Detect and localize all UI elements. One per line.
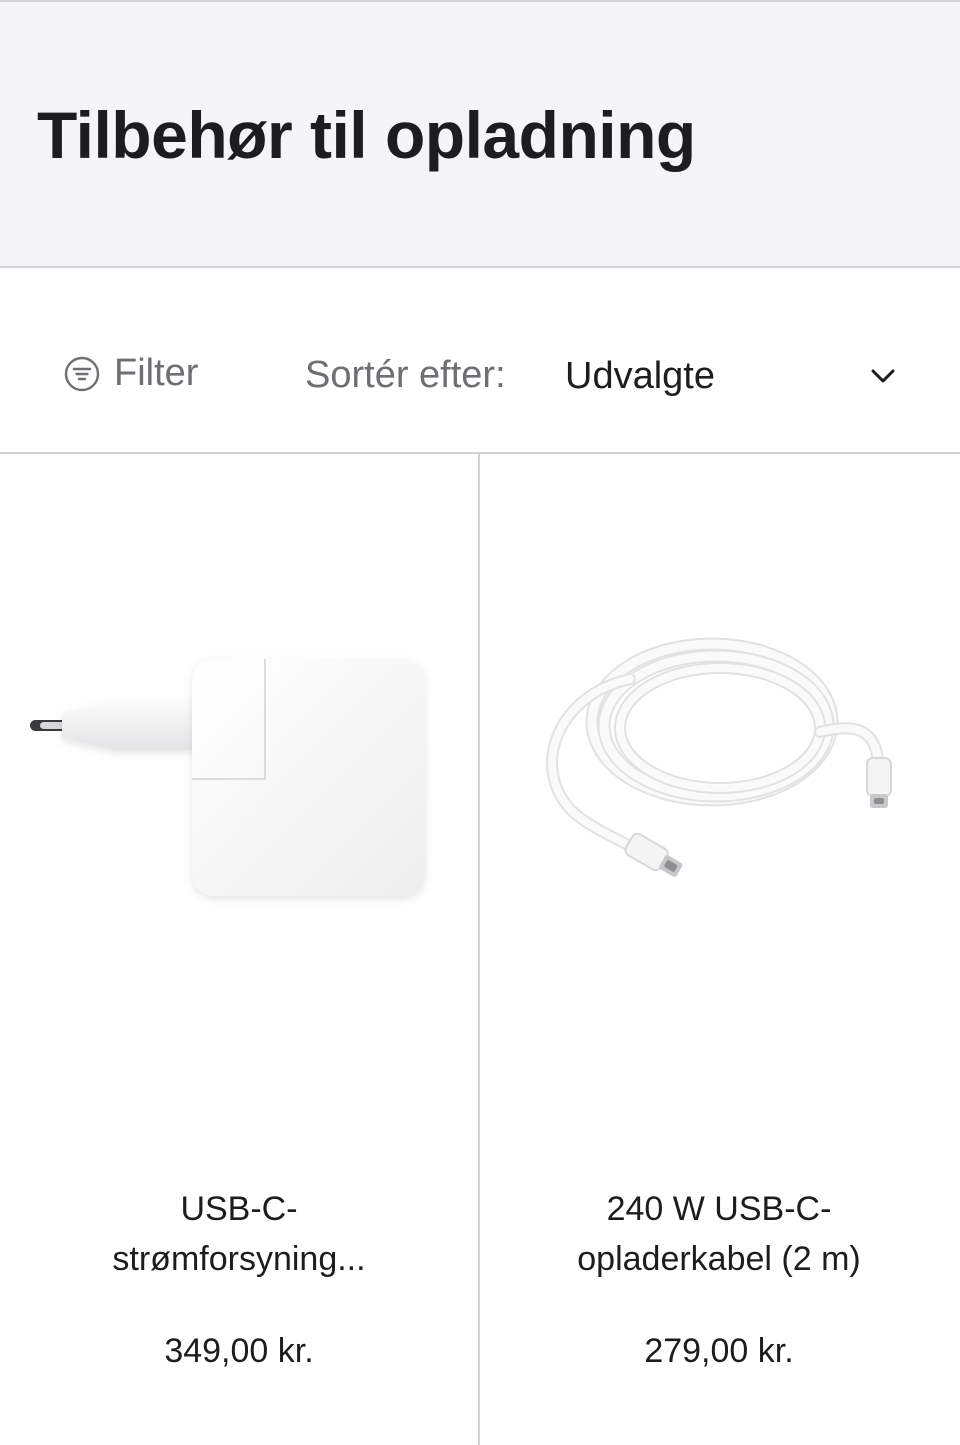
filter-button[interactable]: Filter: [64, 352, 198, 395]
product-name-line-1: USB-C-: [180, 1190, 298, 1228]
page-header: Tilbehør til opladning: [0, 0, 960, 268]
sort-label: Sortér efter:: [305, 354, 506, 396]
chevron-down-icon: [871, 369, 895, 383]
product-price: 349,00 kr.: [164, 1332, 314, 1370]
sort-dropdown[interactable]: Udvalgte: [560, 348, 900, 404]
product-grid: USB-C- strømforsyning... 349,00 kr. 240 …: [0, 454, 960, 1445]
usb-c-cable-image[interactable]: [480, 614, 958, 914]
page-title: Tilbehør til opladning: [37, 98, 696, 172]
filter-sort-toolbar: Filter Sortér efter: Udvalgte: [0, 268, 960, 454]
sort-selected-value: Udvalgte: [565, 354, 715, 397]
product-name-line-1: 240 W USB-C-: [606, 1190, 832, 1228]
product-name-line-2: opladerkabel (2 m): [577, 1240, 861, 1278]
product-name[interactable]: USB-C- strømforsyning...: [30, 1184, 448, 1284]
power-adapter-image[interactable]: [0, 614, 478, 914]
filter-icon: [64, 356, 100, 391]
product-price: 279,00 kr.: [644, 1332, 794, 1370]
filter-label: Filter: [114, 352, 199, 394]
product-name-line-2: strømforsyning...: [112, 1240, 366, 1278]
product-tile[interactable]: 240 W USB-C- opladerkabel (2 m) 279,00 k…: [480, 454, 958, 1445]
product-tile[interactable]: USB-C- strømforsyning... 349,00 kr.: [0, 454, 478, 1445]
product-name[interactable]: 240 W USB-C- opladerkabel (2 m): [510, 1184, 928, 1284]
